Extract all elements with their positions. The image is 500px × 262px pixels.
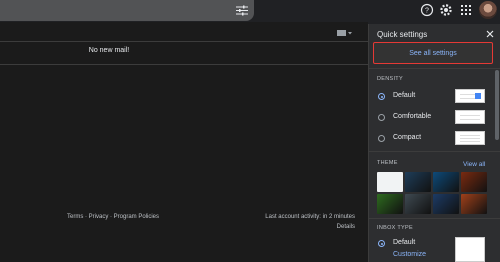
inbox-type-label: INBOX TYPE	[377, 225, 413, 231]
inbox-type-preview	[455, 237, 485, 262]
theme-tile[interactable]	[461, 194, 487, 214]
density-default-radio[interactable]	[378, 93, 385, 100]
divider	[369, 218, 500, 219]
search-options-icon[interactable]	[236, 5, 248, 16]
theme-tile[interactable]	[405, 194, 431, 214]
theme-tile[interactable]	[377, 194, 403, 214]
theme-tile[interactable]	[405, 172, 431, 192]
theme-tile[interactable]	[433, 194, 459, 214]
see-all-settings-button[interactable]: See all settings	[373, 42, 493, 64]
inbox-type-default[interactable]: Default	[393, 239, 415, 246]
empty-inbox-message: No new mail!	[88, 47, 130, 54]
apps-grid-icon[interactable]	[459, 3, 473, 17]
density-compact-preview	[455, 131, 485, 145]
help-icon[interactable]: ?	[420, 3, 434, 17]
view-all-themes-link[interactable]: View all	[463, 161, 485, 168]
theme-tile[interactable]	[377, 172, 403, 192]
density-option-comfortable[interactable]: Comfortable	[393, 113, 431, 120]
search-bar[interactable]	[0, 0, 254, 21]
close-icon[interactable]	[486, 30, 494, 38]
avatar[interactable]	[479, 1, 497, 19]
details-link[interactable]: Details	[337, 224, 355, 230]
gear-icon[interactable]	[439, 3, 453, 17]
split-pane-toggle-icon[interactable]	[337, 29, 353, 37]
density-option-default[interactable]: Default	[393, 92, 415, 99]
panel-title: Quick settings	[377, 30, 428, 39]
theme-tile[interactable]	[433, 172, 459, 192]
density-option-compact[interactable]: Compact	[393, 134, 421, 141]
divider	[0, 64, 368, 65]
density-default-preview	[455, 89, 485, 103]
density-label: DENSITY	[377, 76, 403, 82]
mail-list-area	[0, 22, 368, 262]
theme-tile[interactable]	[461, 172, 487, 192]
density-comfortable-preview	[455, 110, 485, 124]
theme-label: THEME	[377, 160, 398, 166]
svg-text:?: ?	[425, 8, 429, 15]
footer-links[interactable]: Terms · Privacy · Program Policies	[67, 214, 159, 220]
divider	[369, 151, 500, 152]
quick-settings-panel: Quick settings See all settings DENSITY …	[368, 24, 500, 262]
divider	[0, 41, 368, 42]
top-bar: ?	[0, 0, 500, 22]
divider	[369, 68, 500, 69]
density-compact-radio[interactable]	[378, 135, 385, 142]
customize-link[interactable]: Customize	[393, 251, 426, 258]
panel-scrollbar[interactable]	[495, 70, 499, 140]
density-comfortable-radio[interactable]	[378, 114, 385, 121]
inbox-default-radio[interactable]	[378, 240, 385, 247]
theme-grid	[377, 172, 487, 214]
last-activity-text: Last account activity: in 2 minutes	[265, 214, 355, 220]
